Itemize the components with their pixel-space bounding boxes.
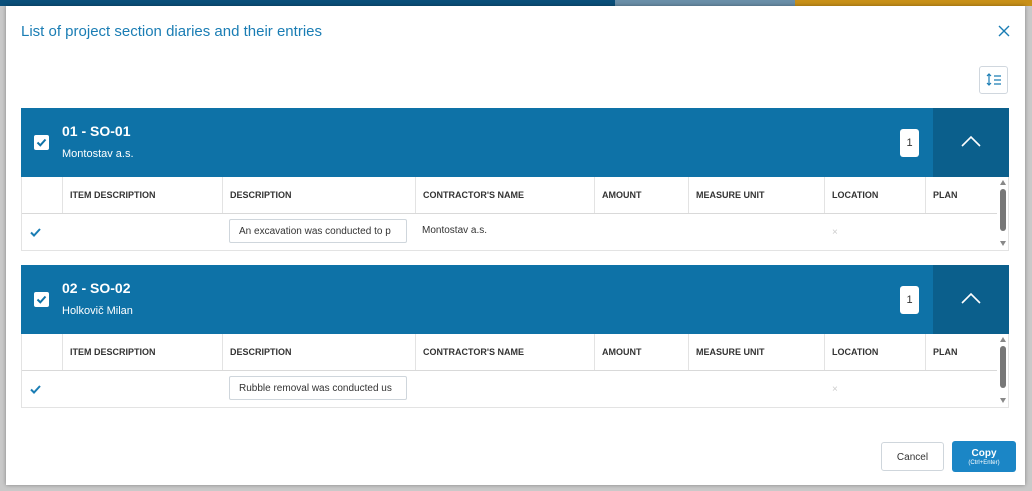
checkmark-icon bbox=[30, 385, 41, 394]
checkmark-icon bbox=[36, 138, 47, 147]
scroll-up-arrow-icon[interactable] bbox=[1000, 337, 1006, 342]
section-checkbox[interactable] bbox=[34, 135, 49, 150]
cancel-button[interactable]: Cancel bbox=[881, 442, 944, 471]
grid-header: ITEM DESCRIPTION DESCRIPTION CONTRACTOR'… bbox=[22, 334, 997, 371]
grid-scrollbar[interactable] bbox=[997, 334, 1009, 407]
scroll-thumb[interactable] bbox=[1000, 346, 1006, 388]
modal-title: List of project section diaries and thei… bbox=[21, 23, 322, 40]
location-empty-icon: × bbox=[832, 384, 838, 395]
description-field[interactable]: An excavation was conducted to p bbox=[229, 219, 407, 243]
chevron-up-icon bbox=[961, 292, 981, 304]
grid-header: ITEM DESCRIPTION DESCRIPTION CONTRACTOR'… bbox=[22, 177, 997, 214]
section-header: 01 - SO-01 Montostav a.s. 1 bbox=[21, 108, 1009, 177]
description-field[interactable]: Rubble removal was conducted us bbox=[229, 376, 407, 400]
column-header-amount[interactable]: AMOUNT bbox=[594, 177, 688, 213]
sort-list-icon bbox=[986, 73, 1001, 86]
scroll-thumb[interactable] bbox=[1000, 189, 1006, 231]
checkmark-icon bbox=[30, 228, 41, 237]
sort-button[interactable] bbox=[979, 66, 1008, 94]
row-checkbox[interactable] bbox=[29, 226, 42, 239]
section-code: 02 - SO-02 bbox=[62, 280, 131, 296]
column-header-location[interactable]: LOCATION bbox=[824, 334, 925, 370]
scroll-up-arrow-icon[interactable] bbox=[1000, 180, 1006, 185]
contractor-name-cell: Montostav a.s. bbox=[422, 225, 488, 236]
checkmark-icon bbox=[36, 295, 47, 304]
scroll-down-arrow-icon[interactable] bbox=[1000, 241, 1006, 246]
column-header-contractor-name[interactable]: CONTRACTOR'S NAME bbox=[415, 177, 594, 213]
entries-grid: ITEM DESCRIPTION DESCRIPTION CONTRACTOR'… bbox=[21, 177, 1009, 251]
column-header-plan[interactable]: PLAN bbox=[925, 334, 997, 370]
chevron-up-icon bbox=[961, 135, 981, 147]
entry-count-badge: 1 bbox=[900, 129, 919, 157]
table-row[interactable]: Rubble removal was conducted us × bbox=[22, 371, 997, 408]
section-contractor: Holkovič Milan bbox=[62, 305, 133, 317]
column-header-description[interactable]: DESCRIPTION bbox=[222, 334, 415, 370]
row-checkbox[interactable] bbox=[29, 383, 42, 396]
scroll-down-arrow-icon[interactable] bbox=[1000, 398, 1006, 403]
section-panel: 01 - SO-01 Montostav a.s. 1 ITEM DESCRIP… bbox=[21, 108, 1009, 251]
copy-button-label: Copy bbox=[971, 448, 997, 459]
section-code: 01 - SO-01 bbox=[62, 123, 131, 139]
table-row[interactable]: An excavation was conducted to p Montost… bbox=[22, 214, 997, 251]
entries-grid: ITEM DESCRIPTION DESCRIPTION CONTRACTOR'… bbox=[21, 334, 1009, 408]
section-header: 02 - SO-02 Holkovič Milan 1 bbox=[21, 265, 1009, 334]
column-header-measure-unit[interactable]: MEASURE UNIT bbox=[688, 177, 824, 213]
column-header-contractor-name[interactable]: CONTRACTOR'S NAME bbox=[415, 334, 594, 370]
copy-shortcut-hint: (Ctrl+Enter) bbox=[968, 460, 1000, 466]
entry-count-badge: 1 bbox=[900, 286, 919, 314]
collapse-button[interactable] bbox=[933, 108, 1009, 177]
column-header-item-description[interactable]: ITEM DESCRIPTION bbox=[62, 177, 222, 213]
section-panel: 02 - SO-02 Holkovič Milan 1 ITEM DESCRIP… bbox=[21, 265, 1009, 408]
column-header-item-description[interactable]: ITEM DESCRIPTION bbox=[62, 334, 222, 370]
section-checkbox[interactable] bbox=[34, 292, 49, 307]
location-empty-icon: × bbox=[832, 227, 838, 238]
section-contractor: Montostav a.s. bbox=[62, 148, 134, 160]
close-icon[interactable] bbox=[996, 23, 1012, 39]
collapse-button[interactable] bbox=[933, 265, 1009, 334]
column-header-amount[interactable]: AMOUNT bbox=[594, 334, 688, 370]
grid-scrollbar[interactable] bbox=[997, 177, 1009, 250]
diary-list-modal: List of project section diaries and thei… bbox=[6, 6, 1025, 485]
column-header-measure-unit[interactable]: MEASURE UNIT bbox=[688, 334, 824, 370]
column-header-plan[interactable]: PLAN bbox=[925, 177, 997, 213]
copy-button[interactable]: Copy (Ctrl+Enter) bbox=[952, 441, 1016, 472]
column-header-location[interactable]: LOCATION bbox=[824, 177, 925, 213]
column-header-description[interactable]: DESCRIPTION bbox=[222, 177, 415, 213]
